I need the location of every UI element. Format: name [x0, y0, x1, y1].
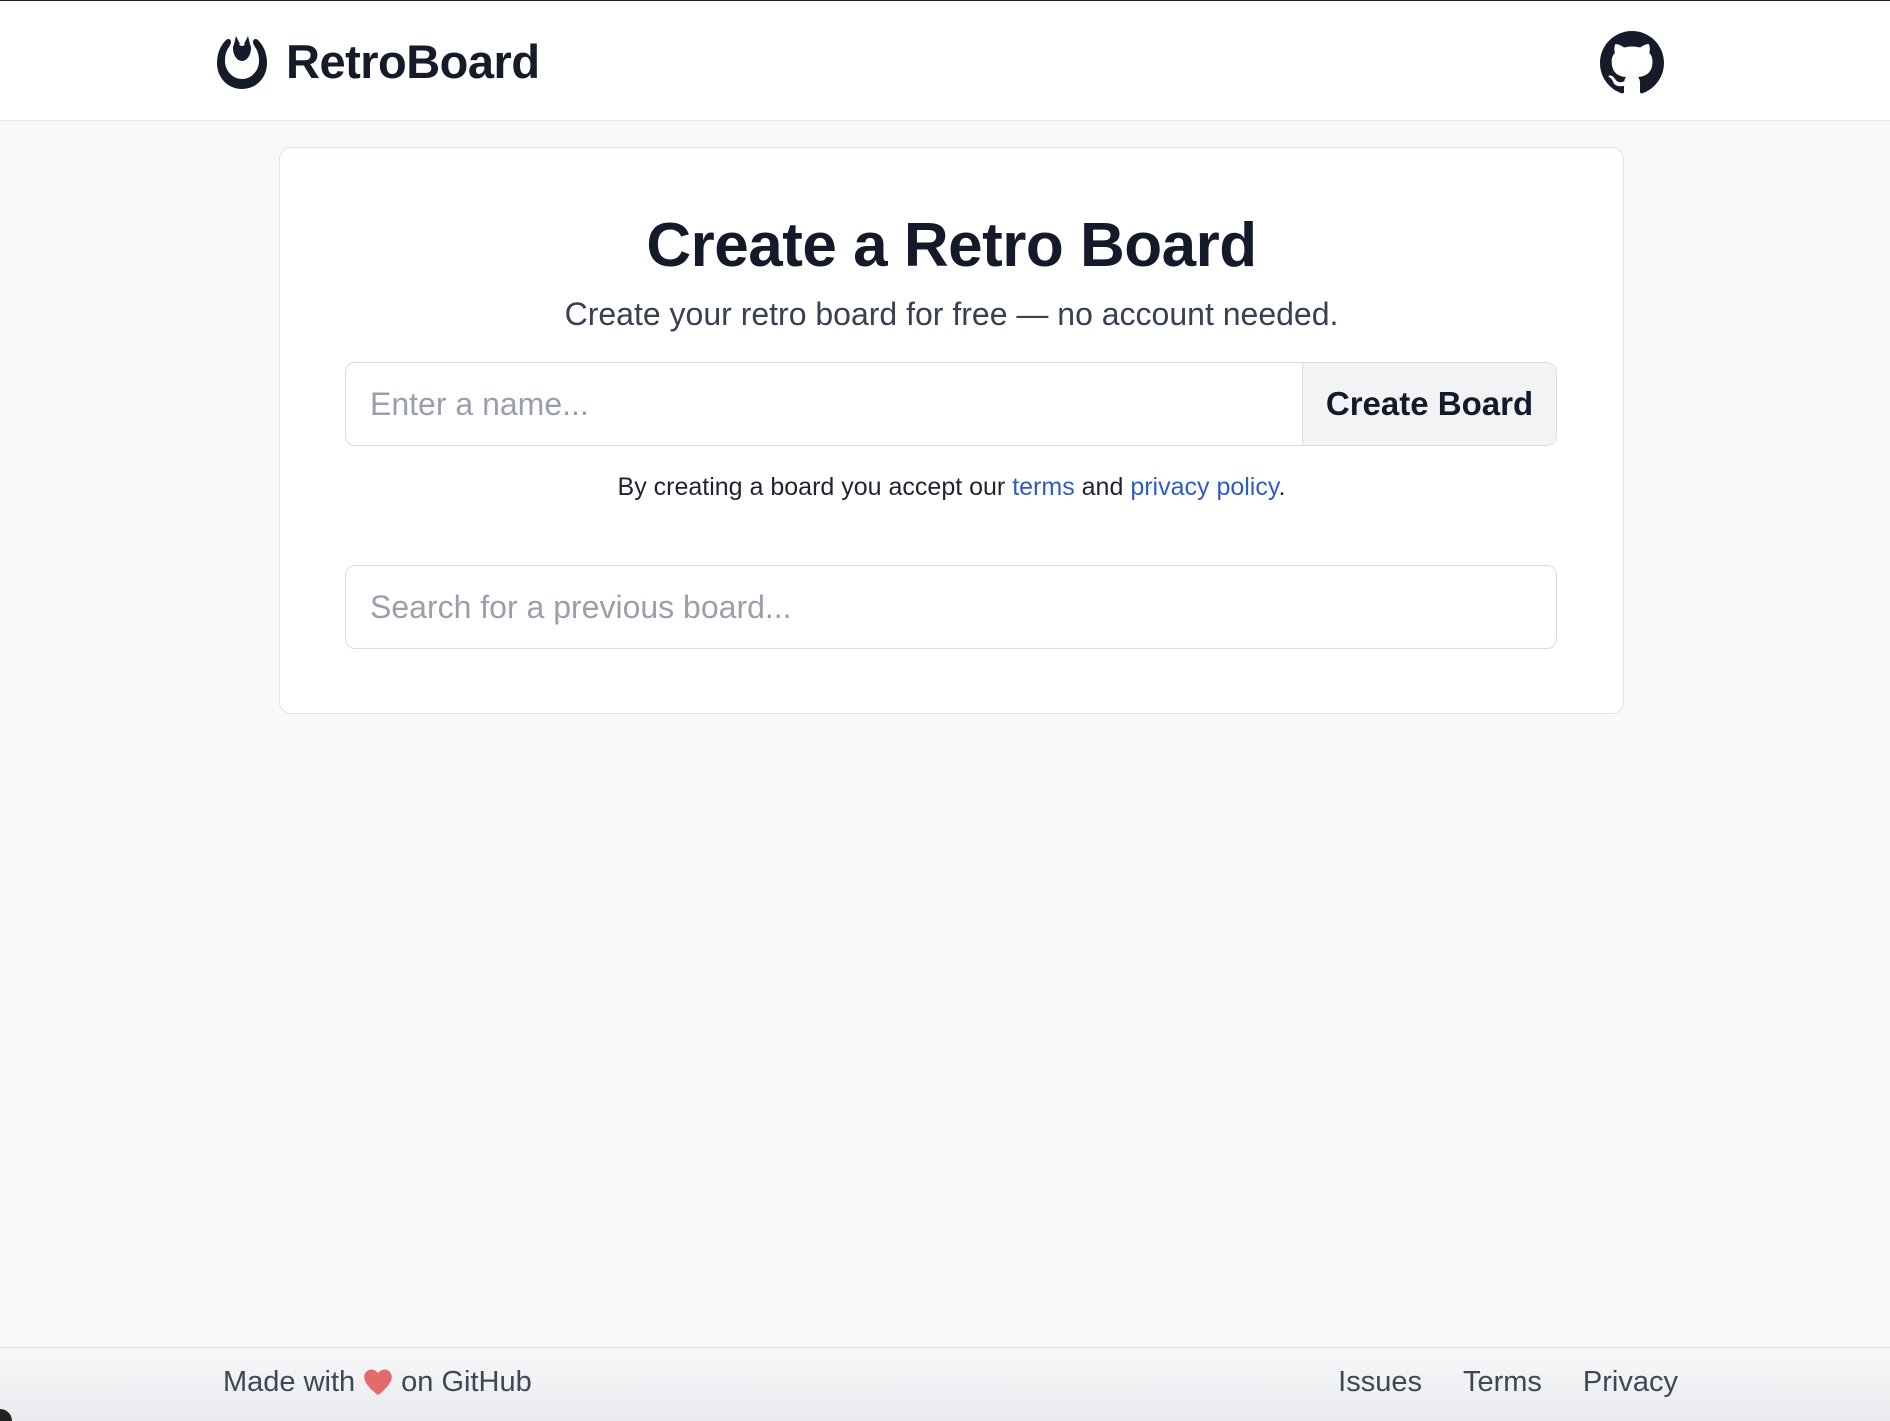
board-name-input[interactable]	[346, 363, 1302, 445]
terms-suffix-text: .	[1278, 473, 1286, 501]
terms-notice: By creating a board you accept our terms…	[280, 470, 1623, 504]
terms-and-text: and	[1074, 473, 1131, 501]
window-corner	[0, 1409, 12, 1421]
page-title: Create a Retro Board	[646, 211, 1257, 280]
footer-credit: Made with on GitHub	[223, 1362, 532, 1402]
made-with-text: Made with	[223, 1365, 356, 1398]
board-search-input[interactable]	[345, 565, 1557, 649]
terms-link[interactable]: terms	[1012, 473, 1075, 501]
create-board-form: Create Board	[345, 362, 1557, 446]
footer-nav: Issues Terms Privacy	[1297, 1362, 1678, 1402]
heart-icon	[363, 1367, 393, 1397]
retroboard-logo-icon	[217, 36, 267, 89]
page-subtitle: Create your retro board for free — no ac…	[564, 296, 1339, 332]
github-icon	[1600, 31, 1664, 94]
github-link[interactable]	[1600, 31, 1664, 95]
terms-prefix-text: By creating a board you accept our	[617, 473, 1013, 501]
github-footer-link[interactable]: on GitHub	[401, 1366, 532, 1399]
privacy-policy-link[interactable]: privacy policy	[1130, 473, 1278, 501]
footer-link-issues[interactable]: Issues	[1338, 1366, 1422, 1399]
create-board-card: Create a Retro Board Create your retro b…	[279, 147, 1624, 714]
footer-link-terms[interactable]: Terms	[1463, 1366, 1542, 1399]
footer: Made with on GitHub Issues Terms Privacy	[0, 1347, 1890, 1421]
brand-name: RetroBoard	[286, 35, 540, 88]
brand-home-link[interactable]: RetroBoard	[216, 34, 540, 90]
top-navbar: RetroBoard	[0, 2, 1890, 121]
footer-link-privacy[interactable]: Privacy	[1583, 1366, 1678, 1399]
create-board-button[interactable]: Create Board	[1302, 363, 1556, 445]
